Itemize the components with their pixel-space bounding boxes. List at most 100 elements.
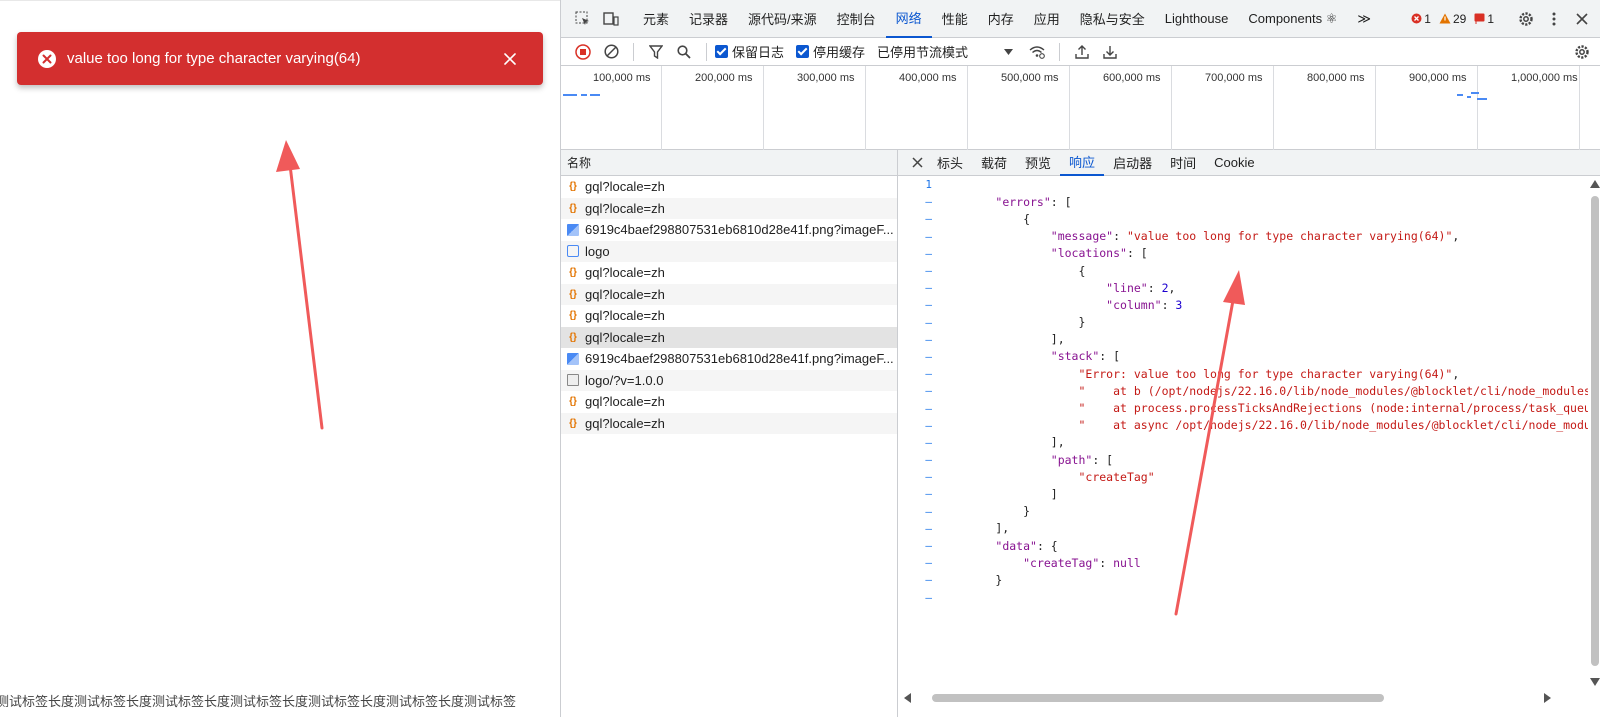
line-gutter[interactable]: – bbox=[898, 419, 940, 432]
line-gutter[interactable]: – bbox=[898, 402, 940, 415]
horizontal-scroll-thumb[interactable] bbox=[932, 694, 1384, 702]
line-gutter[interactable]: – bbox=[898, 487, 940, 500]
line-gutter[interactable]: – bbox=[898, 350, 940, 363]
throttle-select[interactable]: 已停用节流模式 bbox=[877, 42, 1014, 61]
line-gutter[interactable]: – bbox=[898, 470, 940, 483]
network-overview-timeline[interactable]: 100,000 ms 200,000 ms 300,000 ms 400,000 ms… bbox=[561, 66, 1600, 150]
response-line: – bbox=[898, 589, 1588, 606]
search-icon[interactable] bbox=[670, 38, 698, 66]
line-gutter[interactable]: – bbox=[898, 453, 940, 466]
line-gutter[interactable]: – bbox=[898, 316, 940, 329]
request-row[interactable]: logo bbox=[561, 240, 897, 262]
scroll-down-icon[interactable] bbox=[1590, 678, 1600, 686]
vertical-scrollbar[interactable] bbox=[1589, 178, 1600, 690]
detail-tab[interactable]: Cookie bbox=[1205, 150, 1263, 176]
settings-gear-icon[interactable] bbox=[1512, 5, 1540, 33]
devtools-tab[interactable]: 控制台 bbox=[827, 0, 886, 38]
devtools-tab[interactable]: 内存 bbox=[978, 0, 1024, 38]
request-row[interactable]: 6919c4baef298807531eb6810d28e41f.png?ima… bbox=[561, 219, 897, 241]
devtools-tab[interactable]: 性能 bbox=[932, 0, 978, 38]
close-detail-icon[interactable] bbox=[906, 149, 928, 177]
vertical-scroll-thumb[interactable] bbox=[1591, 196, 1599, 666]
devtools-tab[interactable]: 隐私与安全 bbox=[1070, 0, 1155, 38]
line-gutter[interactable]: – bbox=[898, 212, 940, 225]
devtools-tab[interactable]: 记录器 bbox=[679, 0, 738, 38]
disable-cache-checkbox[interactable]: 停用缓存 bbox=[796, 42, 865, 61]
response-line-text: "stack": [ bbox=[1050, 349, 1121, 364]
inspect-icon[interactable] bbox=[569, 5, 597, 33]
request-row[interactable]: {} gql?locale=zh bbox=[561, 412, 897, 434]
detail-tab[interactable]: 载荷 bbox=[972, 150, 1016, 176]
line-gutter[interactable]: – bbox=[898, 333, 940, 346]
response-line-text bbox=[940, 178, 982, 192]
devtools-tab[interactable]: 源代码/来源 bbox=[738, 0, 827, 38]
request-row[interactable]: {} gql?locale=zh bbox=[561, 197, 897, 219]
timeline-gridline bbox=[1477, 66, 1478, 150]
line-gutter[interactable]: – bbox=[898, 298, 940, 311]
detail-tab[interactable]: 时间 bbox=[1161, 150, 1205, 176]
devtools-tab[interactable]: Lighthouse bbox=[1155, 0, 1239, 38]
detail-tab[interactable]: 响应 bbox=[1060, 150, 1105, 176]
filter-icon[interactable] bbox=[642, 38, 670, 66]
request-row[interactable]: logo/?v=1.0.0 bbox=[561, 369, 897, 391]
request-row[interactable]: {} gql?locale=zh bbox=[561, 262, 897, 284]
close-devtools-icon[interactable] bbox=[1568, 5, 1596, 33]
devtools-tab[interactable]: 网络 bbox=[885, 0, 932, 38]
timeline-tick-label: 700,000 ms bbox=[1205, 72, 1263, 84]
name-column-header[interactable]: 名称 bbox=[561, 150, 897, 176]
line-gutter[interactable]: – bbox=[898, 247, 940, 260]
response-line-text: } bbox=[940, 572, 1003, 587]
line-gutter[interactable]: – bbox=[898, 505, 940, 518]
network-conditions-icon[interactable] bbox=[1023, 38, 1051, 66]
request-row[interactable]: {} gql?locale=zh bbox=[561, 305, 897, 327]
import-har-icon[interactable] bbox=[1068, 38, 1096, 66]
devtools-tab[interactable]: 元素 bbox=[633, 0, 679, 38]
line-gutter[interactable]: – bbox=[898, 591, 940, 604]
line-gutter[interactable]: – bbox=[898, 522, 940, 535]
request-row[interactable]: {} gql?locale=zh bbox=[561, 391, 897, 413]
line-gutter[interactable]: – bbox=[898, 230, 940, 243]
detail-tab[interactable]: 标头 bbox=[928, 150, 972, 176]
preserve-log-checkbox[interactable]: 保留日志 bbox=[715, 42, 784, 61]
network-settings-icon[interactable] bbox=[1568, 38, 1596, 66]
devtools-tab[interactable]: 应用 bbox=[1024, 0, 1070, 38]
export-har-icon[interactable] bbox=[1096, 38, 1124, 66]
clear-icon[interactable] bbox=[597, 38, 625, 66]
issues-badge[interactable]: 1 bbox=[1474, 12, 1494, 26]
record-stop-icon[interactable] bbox=[569, 38, 597, 66]
line-gutter[interactable]: – bbox=[898, 384, 940, 397]
issue-flag-icon bbox=[1474, 13, 1485, 24]
scroll-right-icon[interactable] bbox=[1544, 693, 1552, 703]
horizontal-scrollbar[interactable] bbox=[904, 691, 1554, 705]
line-gutter[interactable]: – bbox=[898, 195, 940, 208]
close-icon[interactable] bbox=[495, 44, 525, 74]
devtools-tab[interactable]: Components ⚛ bbox=[1238, 0, 1347, 38]
response-body[interactable]: 1 – "errors": [– {– "message": "value to… bbox=[898, 176, 1588, 691]
request-row[interactable]: 6919c4baef298807531eb6810d28e41f.png?ima… bbox=[561, 348, 897, 370]
line-gutter[interactable]: 1 bbox=[898, 178, 940, 191]
request-row[interactable]: {} gql?locale=zh bbox=[561, 326, 897, 348]
request-row[interactable]: {} gql?locale=zh bbox=[561, 176, 897, 198]
line-gutter[interactable]: – bbox=[898, 436, 940, 449]
warning-badge[interactable]: 29 bbox=[1439, 12, 1466, 26]
timeline-gridline bbox=[1579, 66, 1580, 150]
line-gutter[interactable]: – bbox=[898, 281, 940, 294]
scroll-left-icon[interactable] bbox=[904, 693, 912, 703]
error-badge[interactable]: 1 bbox=[1411, 12, 1431, 26]
more-options-icon[interactable] bbox=[1540, 5, 1568, 33]
response-line-text: { bbox=[940, 263, 1086, 278]
timeline-gridline bbox=[763, 66, 764, 150]
scroll-up-icon[interactable] bbox=[1590, 180, 1600, 188]
line-gutter[interactable]: – bbox=[898, 556, 940, 569]
line-gutter[interactable]: – bbox=[898, 367, 940, 380]
line-gutter[interactable]: – bbox=[898, 539, 940, 552]
line-gutter[interactable]: – bbox=[898, 573, 940, 586]
device-toggle-icon[interactable] bbox=[597, 5, 625, 33]
detail-tab[interactable]: 启动器 bbox=[1104, 150, 1161, 176]
request-row[interactable]: {} gql?locale=zh bbox=[561, 283, 897, 305]
devtools-tab[interactable]: ≫ bbox=[1347, 0, 1381, 38]
line-gutter[interactable]: – bbox=[898, 264, 940, 277]
response-line: – } bbox=[898, 314, 1588, 331]
timeline-tick-label: 900,000 ms bbox=[1409, 72, 1467, 84]
detail-tab[interactable]: 预览 bbox=[1016, 150, 1060, 176]
